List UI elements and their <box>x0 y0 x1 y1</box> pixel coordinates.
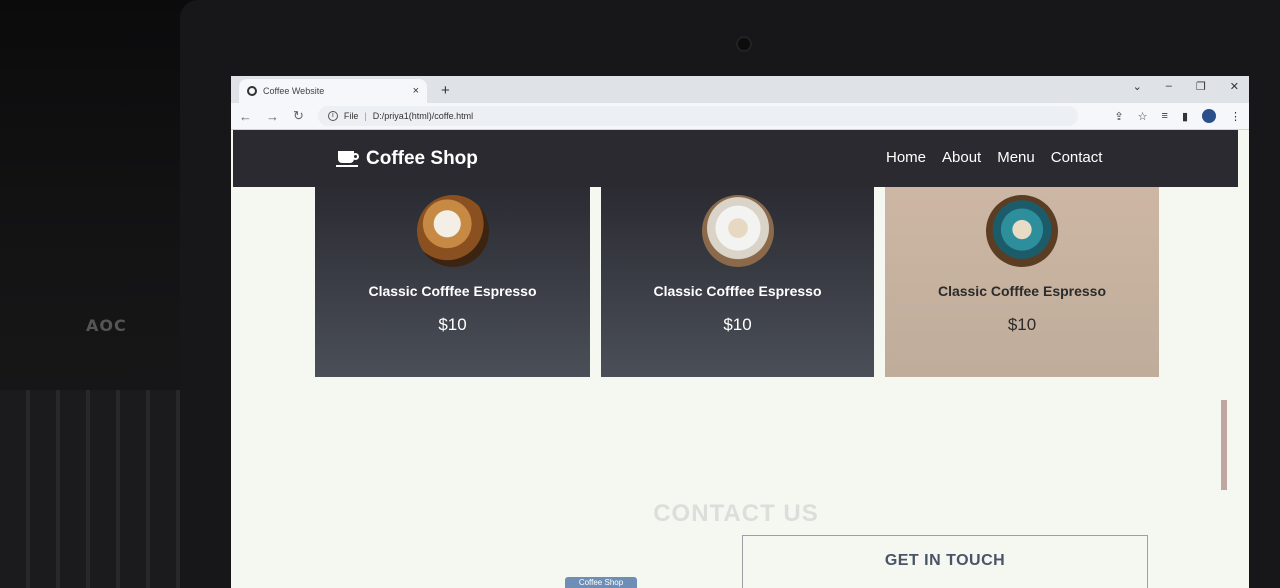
logo-text: Coffee Shop <box>366 147 478 169</box>
reload-icon[interactable]: ↻ <box>293 108 304 124</box>
back-icon[interactable]: ← <box>239 109 252 124</box>
screen: Coffee Website × + ⌄ – ❐ ✕ ← → ↻ i File … <box>231 76 1249 588</box>
share-icon[interactable]: ⇪ <box>1114 110 1123 123</box>
get-in-touch-box: GET IN TOUCH <box>742 535 1148 588</box>
product-price: $10 <box>1007 315 1037 334</box>
star-icon[interactable]: ☆ <box>1138 110 1148 123</box>
address-url[interactable]: D:/priya1(html)/coffe.html <box>373 111 473 121</box>
coffee-photo <box>986 195 1058 267</box>
webcam <box>736 36 752 52</box>
restore-button[interactable]: ❐ <box>1196 80 1206 93</box>
sidebar-icon[interactable]: ▮ <box>1182 110 1188 123</box>
reading-list-icon[interactable]: ≡ <box>1162 110 1168 122</box>
menu-cards: Classic Cofffee Espresso $10 Classic Cof… <box>231 187 1249 387</box>
nav-link-contact[interactable]: Contact <box>1051 149 1103 166</box>
browser-toolbar: ⇪ ☆ ≡ ▮ ⋮ <box>1114 109 1241 123</box>
contact-heading: CONTACT US <box>653 500 819 527</box>
nav-link-about[interactable]: About <box>942 149 981 166</box>
nav-link-home[interactable]: Home <box>886 149 926 166</box>
product-name: Classic Cofffee Espresso <box>368 283 537 299</box>
scrollbar-thumb[interactable] <box>1221 400 1227 490</box>
site-navbar: Coffee Shop Home About Menu Contact <box>233 130 1238 187</box>
footer-badge: Coffee Shop <box>565 577 637 588</box>
product-price: $10 <box>723 315 752 334</box>
address-bar-row: ← → ↻ i File | D:/priya1(html)/coffe.htm… <box>231 103 1249 130</box>
product-price: $10 <box>438 315 467 334</box>
coffee-photo <box>416 195 489 267</box>
product-card[interactable]: Classic Cofffee Espresso $10 <box>315 187 590 377</box>
more-icon[interactable]: ⋮ <box>1230 110 1241 123</box>
product-card[interactable]: Classic Cofffee Espresso $10 <box>885 187 1159 377</box>
product-name: Classic Cofffee Espresso <box>653 283 822 299</box>
nav-menu: Home About Menu Contact <box>886 149 1102 166</box>
new-tab-button[interactable]: + <box>441 82 450 99</box>
keyboard <box>0 390 210 588</box>
product-card[interactable]: Classic Cofffee Espresso $10 <box>601 187 874 377</box>
close-window-button[interactable]: ✕ <box>1230 80 1239 93</box>
address-scheme: File <box>343 111 359 121</box>
tab-search-icon[interactable]: ⌄ <box>1133 80 1142 93</box>
profile-icon[interactable] <box>1202 109 1216 123</box>
browser-tab[interactable]: Coffee Website × <box>239 79 427 103</box>
coffee-cup-icon <box>336 150 360 167</box>
coffee-photo <box>701 195 774 267</box>
close-tab-icon[interactable]: × <box>413 85 419 97</box>
address-bar[interactable]: i File | D:/priya1(html)/coffe.html <box>317 106 1078 126</box>
minimize-button[interactable]: – <box>1166 80 1172 93</box>
forward-icon[interactable]: → <box>266 109 279 124</box>
window-controls: ⌄ – ❐ ✕ <box>1133 80 1239 93</box>
tab-title: Coffee Website <box>263 86 325 96</box>
address-separator: | <box>364 111 367 121</box>
monitor-brand-logo: AOC <box>86 316 127 335</box>
product-name: Classic Cofffee Espresso <box>937 283 1107 299</box>
nav-link-menu[interactable]: Menu <box>997 149 1035 166</box>
tab-bar: Coffee Website × + ⌄ – ❐ ✕ <box>231 76 1249 103</box>
get-in-touch-heading: GET IN TOUCH <box>884 552 1006 569</box>
site-logo[interactable]: Coffee Shop <box>336 147 478 170</box>
globe-icon <box>247 86 257 96</box>
info-icon[interactable]: i <box>327 111 338 121</box>
web-page: Coffee Shop Home About Menu Contact Clas… <box>231 130 1249 588</box>
